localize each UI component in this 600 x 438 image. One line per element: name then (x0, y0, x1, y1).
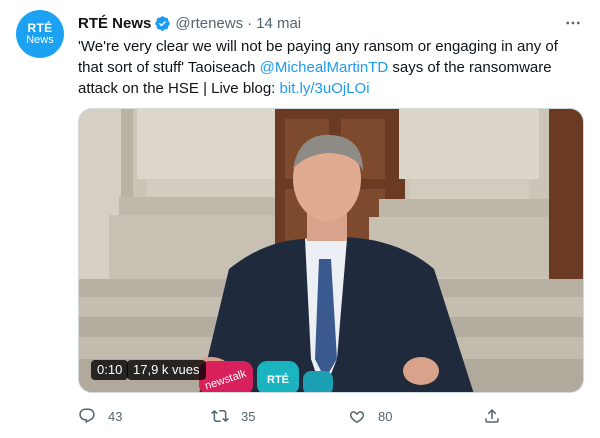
retweet-button[interactable]: 35 (211, 404, 255, 428)
video-elapsed-badge: 0:10 (91, 360, 129, 380)
tweet-header: RTÉ News @rtenews · 14 mai (78, 12, 584, 34)
verified-badge-icon (155, 15, 171, 31)
avatar-line-2: News (26, 33, 54, 46)
url-link[interactable]: bit.ly/3uOjLOi (280, 80, 370, 97)
retweet-count: 35 (241, 408, 256, 424)
separator-dot: · (247, 14, 253, 32)
author-name[interactable]: RTÉ News (78, 15, 151, 32)
share-icon (485, 408, 499, 423)
more-icon[interactable] (562, 12, 584, 34)
video-frame: newstalk RTÉ (79, 109, 583, 392)
mention-link[interactable]: @MichealMartinTD (260, 59, 389, 76)
avatar-line-1: RTÉ (27, 20, 53, 35)
tweet[interactable]: RTÉ News RTÉ News @rtenews · 14 mai 'We'… (0, 0, 600, 438)
share-button[interactable] (483, 404, 513, 428)
like-button[interactable]: 80 (348, 404, 392, 428)
like-icon (349, 411, 365, 424)
video-player[interactable]: newstalk RTÉ 0:10 17,9 k vues (78, 108, 584, 393)
reply-count: 43 (108, 408, 123, 424)
reply-button[interactable]: 43 (78, 404, 122, 428)
tweet-date[interactable]: 14 mai (256, 15, 301, 32)
avatar[interactable]: RTÉ News (16, 10, 64, 58)
author-handle[interactable]: @rtenews (175, 15, 243, 32)
mic-label-rte: RTÉ (267, 373, 289, 386)
retweet-icon (211, 409, 229, 423)
tweet-text: 'We're very clear we will not be paying … (78, 36, 586, 99)
like-count: 80 (378, 408, 393, 424)
tweet-actions: 43 35 80 (78, 404, 578, 428)
reply-icon (79, 408, 95, 424)
video-views-badge: 17,9 k vues (127, 360, 206, 380)
